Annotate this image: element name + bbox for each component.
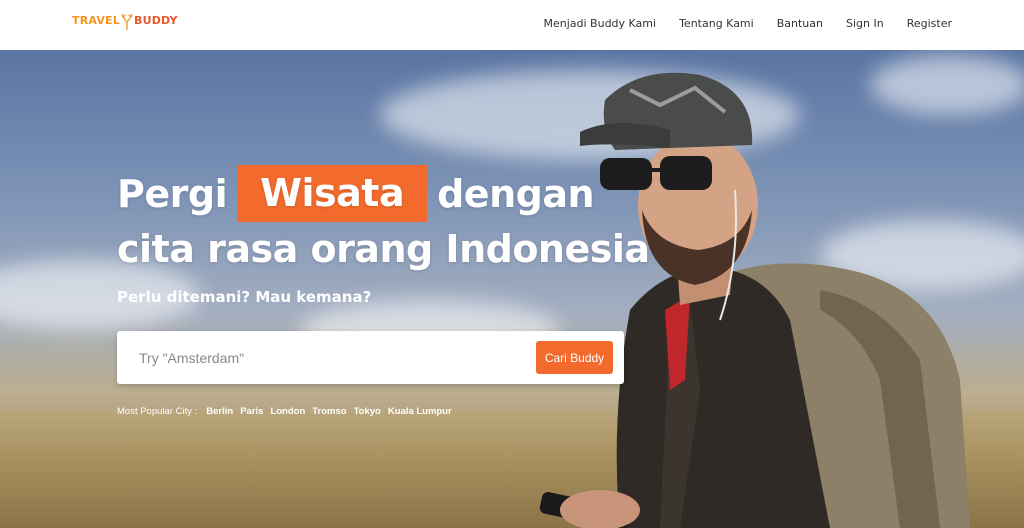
headline-row-1: Pergi Wisata dengan xyxy=(117,165,650,222)
traveler-with-backpack-image xyxy=(539,72,970,528)
popular-cities-label: Most Popular City : xyxy=(117,406,198,417)
brand-name-part2: BUDDY xyxy=(133,14,178,27)
hero-headline: Pergi Wisata dengan cita rasa orang Indo… xyxy=(117,165,650,276)
headline-word-after: dengan xyxy=(437,171,595,216)
city-link-tokyo[interactable]: Tokyo xyxy=(354,406,381,417)
city-link-london[interactable]: London xyxy=(270,406,305,417)
nav-help[interactable]: Bantuan xyxy=(777,17,823,30)
popular-cities: Most Popular City : Berlin Paris London … xyxy=(117,406,452,417)
destination-search-input[interactable] xyxy=(139,347,519,369)
city-link-kuala-lumpur[interactable]: Kuala Lumpur xyxy=(388,406,452,417)
headline-word-before: Pergi xyxy=(117,171,228,216)
nav-sign-in[interactable]: Sign In xyxy=(846,17,884,30)
city-link-paris[interactable]: Paris xyxy=(240,406,263,417)
brand-name-part1: TRAVEL xyxy=(72,14,120,27)
main-nav: Menjadi Buddy Kami Tentang Kami Bantuan … xyxy=(543,17,952,30)
nav-about[interactable]: Tentang Kami xyxy=(679,17,754,30)
city-link-berlin[interactable]: Berlin xyxy=(206,406,233,417)
headline-highlight: Wisata xyxy=(237,165,428,222)
brand-logo[interactable]: TRAVEL BUDDY xyxy=(72,14,178,30)
hero-subheadline: Perlu ditemani? Mau kemana? xyxy=(117,288,372,306)
nav-become-buddy[interactable]: Menjadi Buddy Kami xyxy=(543,17,656,30)
deer-antler-icon xyxy=(121,14,133,30)
hero-section: Pergi Wisata dengan cita rasa orang Indo… xyxy=(0,50,1024,528)
top-navbar: TRAVEL BUDDY Menjadi Buddy Kami Tentang … xyxy=(0,0,1024,50)
headline-row-2: cita rasa orang Indonesia xyxy=(117,227,650,271)
nav-register[interactable]: Register xyxy=(907,17,952,30)
search-bar: Cari Buddy xyxy=(117,331,624,384)
city-link-tromso[interactable]: Tromso xyxy=(312,406,346,417)
search-buddy-button[interactable]: Cari Buddy xyxy=(536,341,613,374)
